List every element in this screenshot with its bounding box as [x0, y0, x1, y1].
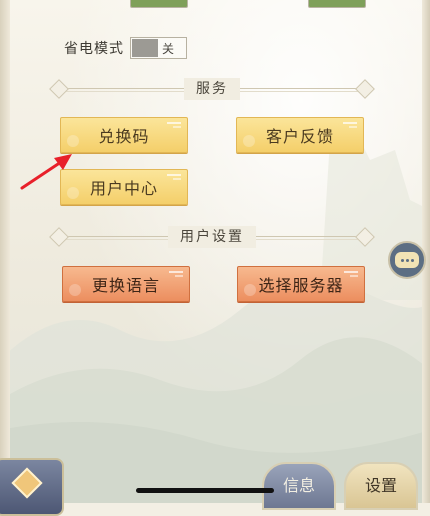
frame-left-border [0, 0, 10, 503]
button-label: 客户反馈 [265, 127, 334, 146]
toggle-knob [132, 39, 158, 57]
tab-label: 信息 [282, 476, 315, 495]
user-settings-section-header: 用户设置 [49, 226, 375, 248]
power-saving-toggle[interactable]: 关 [130, 37, 187, 59]
chat-bubble-button[interactable] [388, 241, 426, 279]
button-label: 用户中心 [89, 179, 158, 198]
change-language-button[interactable]: 更换语言 [62, 266, 190, 302]
mountain-landscape [0, 120, 430, 503]
button-label: 更换语言 [91, 276, 160, 295]
button-label: 选择服务器 [258, 276, 344, 295]
power-saving-label: 省电模式 [64, 41, 124, 57]
service-section-header: 服务 [49, 78, 375, 100]
chat-bubble-icon [395, 252, 419, 268]
corner-menu-button[interactable] [0, 458, 64, 516]
ornament-left-icon [49, 227, 69, 247]
cropped-toggle[interactable] [308, 0, 366, 8]
tab-label: 设置 [364, 476, 397, 495]
diamond-gem-icon [11, 467, 43, 499]
customer-feedback-button[interactable]: 客户反馈 [236, 117, 364, 153]
ornament-right-icon [355, 79, 375, 99]
cropped-toggle[interactable] [130, 0, 188, 8]
ornament-right-icon [355, 227, 375, 247]
section-title: 用户设置 [168, 226, 256, 248]
select-server-button[interactable]: 选择服务器 [237, 266, 365, 302]
redeem-code-button[interactable]: 兑换码 [60, 117, 188, 153]
home-indicator[interactable] [136, 488, 274, 493]
button-label: 兑换码 [98, 127, 150, 146]
section-title: 服务 [184, 78, 240, 100]
ornament-left-icon [49, 79, 69, 99]
user-center-button[interactable]: 用户中心 [60, 169, 188, 205]
toggle-state-text: 关 [162, 42, 175, 56]
